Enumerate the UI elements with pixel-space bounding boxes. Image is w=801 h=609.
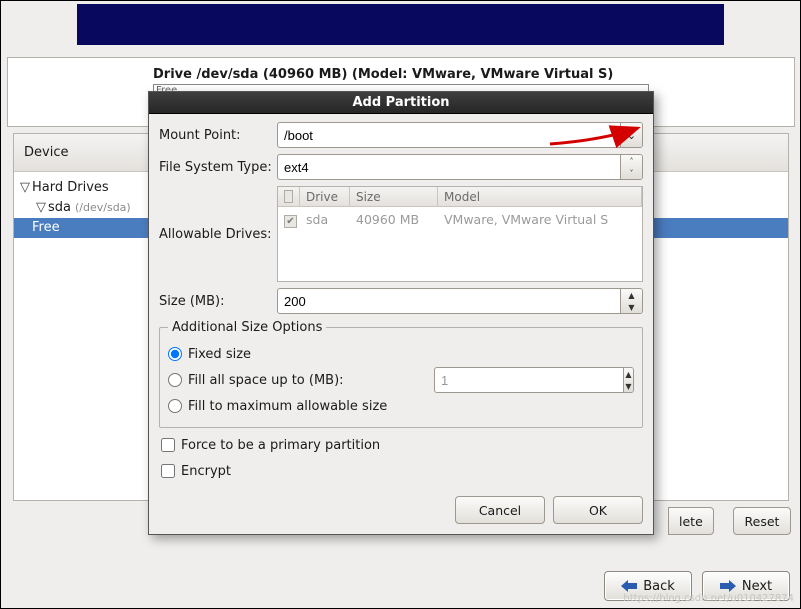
checkbox-icon	[284, 190, 293, 203]
chevron-down-icon: ⌄	[627, 129, 636, 142]
dialog-title: Add Partition	[149, 92, 653, 114]
force-primary-label: Force to be a primary partition	[181, 438, 380, 453]
radio-fixed-size[interactable]	[168, 347, 182, 361]
allowable-drives-table: Drive Size Model ✔ sda 40960 MB VMware, …	[277, 186, 643, 282]
size-spin-buttons[interactable]: ▲ ▼	[620, 289, 642, 313]
fill-up-to-spin-buttons: ▲ ▼	[623, 368, 633, 392]
cancel-button[interactable]: Cancel	[455, 496, 545, 524]
drives-row-model: VMware, VMware Virtual S	[438, 212, 642, 228]
checkbox-encrypt[interactable]	[161, 464, 175, 478]
arrow-right-icon	[720, 580, 736, 592]
tree-label: sda	[48, 198, 71, 218]
fill-up-to-input	[435, 368, 623, 392]
next-label: Next	[742, 579, 772, 594]
encrypt-label: Encrypt	[181, 464, 231, 479]
fs-type-combo[interactable]: ˄ ˅	[277, 154, 643, 180]
fs-type-label: File System Type:	[159, 160, 277, 175]
ok-button[interactable]: OK	[553, 496, 643, 524]
radio-fixed-size-label: Fixed size	[188, 347, 251, 362]
radio-fill-max-label: Fill to maximum allowable size	[188, 399, 387, 414]
size-label: Size (MB):	[159, 294, 277, 309]
drive-summary-label: Drive /dev/sda (40960 MB) (Model: VMware…	[153, 67, 613, 82]
fill-up-to-spinbox: ▲ ▼	[434, 367, 634, 393]
arrow-left-icon	[621, 580, 637, 592]
delete-button-partial[interactable]: lete	[668, 507, 714, 535]
chevron-down-icon: ˅	[630, 167, 634, 179]
mount-point-dropdown-button[interactable]: ⌄	[620, 123, 642, 147]
tree-label: Hard Drives	[32, 178, 109, 198]
radio-fill-max[interactable]	[168, 399, 182, 413]
add-partition-dialog: Add Partition Mount Point: ⌄ File System…	[148, 91, 654, 535]
fs-type-input[interactable]	[278, 155, 620, 179]
reset-button[interactable]: Reset	[733, 507, 791, 535]
triangle-down-icon: ▽	[18, 178, 32, 198]
tree-label: Free	[32, 218, 60, 238]
drives-header-check[interactable]	[278, 187, 300, 206]
radio-fill-up-to[interactable]	[168, 373, 182, 387]
drives-header-model[interactable]: Model	[438, 187, 642, 206]
dialog-buttons: Cancel OK	[149, 490, 653, 534]
mount-point-combo[interactable]: ⌄	[277, 122, 643, 148]
drives-row-name: sda	[300, 212, 350, 228]
installer-banner	[77, 4, 724, 45]
bg-delete-button-fragment: lete	[668, 507, 714, 535]
spin-up-icon[interactable]: ▲	[628, 289, 634, 301]
size-spinbox[interactable]: ▲ ▼	[277, 288, 643, 314]
allowable-drives-label: Allowable Drives:	[159, 227, 277, 242]
spin-down-icon: ▼	[625, 380, 631, 392]
drives-row-size: 40960 MB	[350, 212, 438, 228]
fs-type-dropdown-button[interactable]: ˄ ˅	[620, 155, 642, 179]
spin-up-icon: ▲	[625, 368, 631, 380]
checkbox-checked-icon: ✔	[284, 215, 297, 228]
additional-size-legend: Additional Size Options	[168, 320, 326, 335]
triangle-down-icon: ▽	[34, 198, 48, 218]
drives-row[interactable]: ✔ sda 40960 MB VMware, VMware Virtual S	[278, 211, 642, 229]
back-label: Back	[643, 579, 675, 594]
chevron-up-icon: ˄	[630, 155, 634, 167]
drives-header-size[interactable]: Size	[350, 187, 438, 206]
spin-down-icon[interactable]: ▼	[628, 301, 634, 313]
tree-header-device[interactable]: Device	[14, 134, 154, 171]
mount-point-input[interactable]	[278, 123, 620, 147]
drives-header: Drive Size Model	[278, 187, 642, 207]
tree-dev-path: (/dev/sda)	[75, 198, 131, 218]
watermark: https://blog.csdn.net/u010427874	[623, 593, 794, 604]
radio-fill-up-to-label: Fill all space up to (MB):	[188, 373, 344, 388]
checkbox-force-primary[interactable]	[161, 438, 175, 452]
additional-size-options: Additional Size Options Fixed size Fill …	[159, 320, 643, 428]
drives-header-drive[interactable]: Drive	[300, 187, 350, 206]
size-input[interactable]	[278, 289, 620, 313]
mount-point-label: Mount Point:	[159, 128, 277, 143]
